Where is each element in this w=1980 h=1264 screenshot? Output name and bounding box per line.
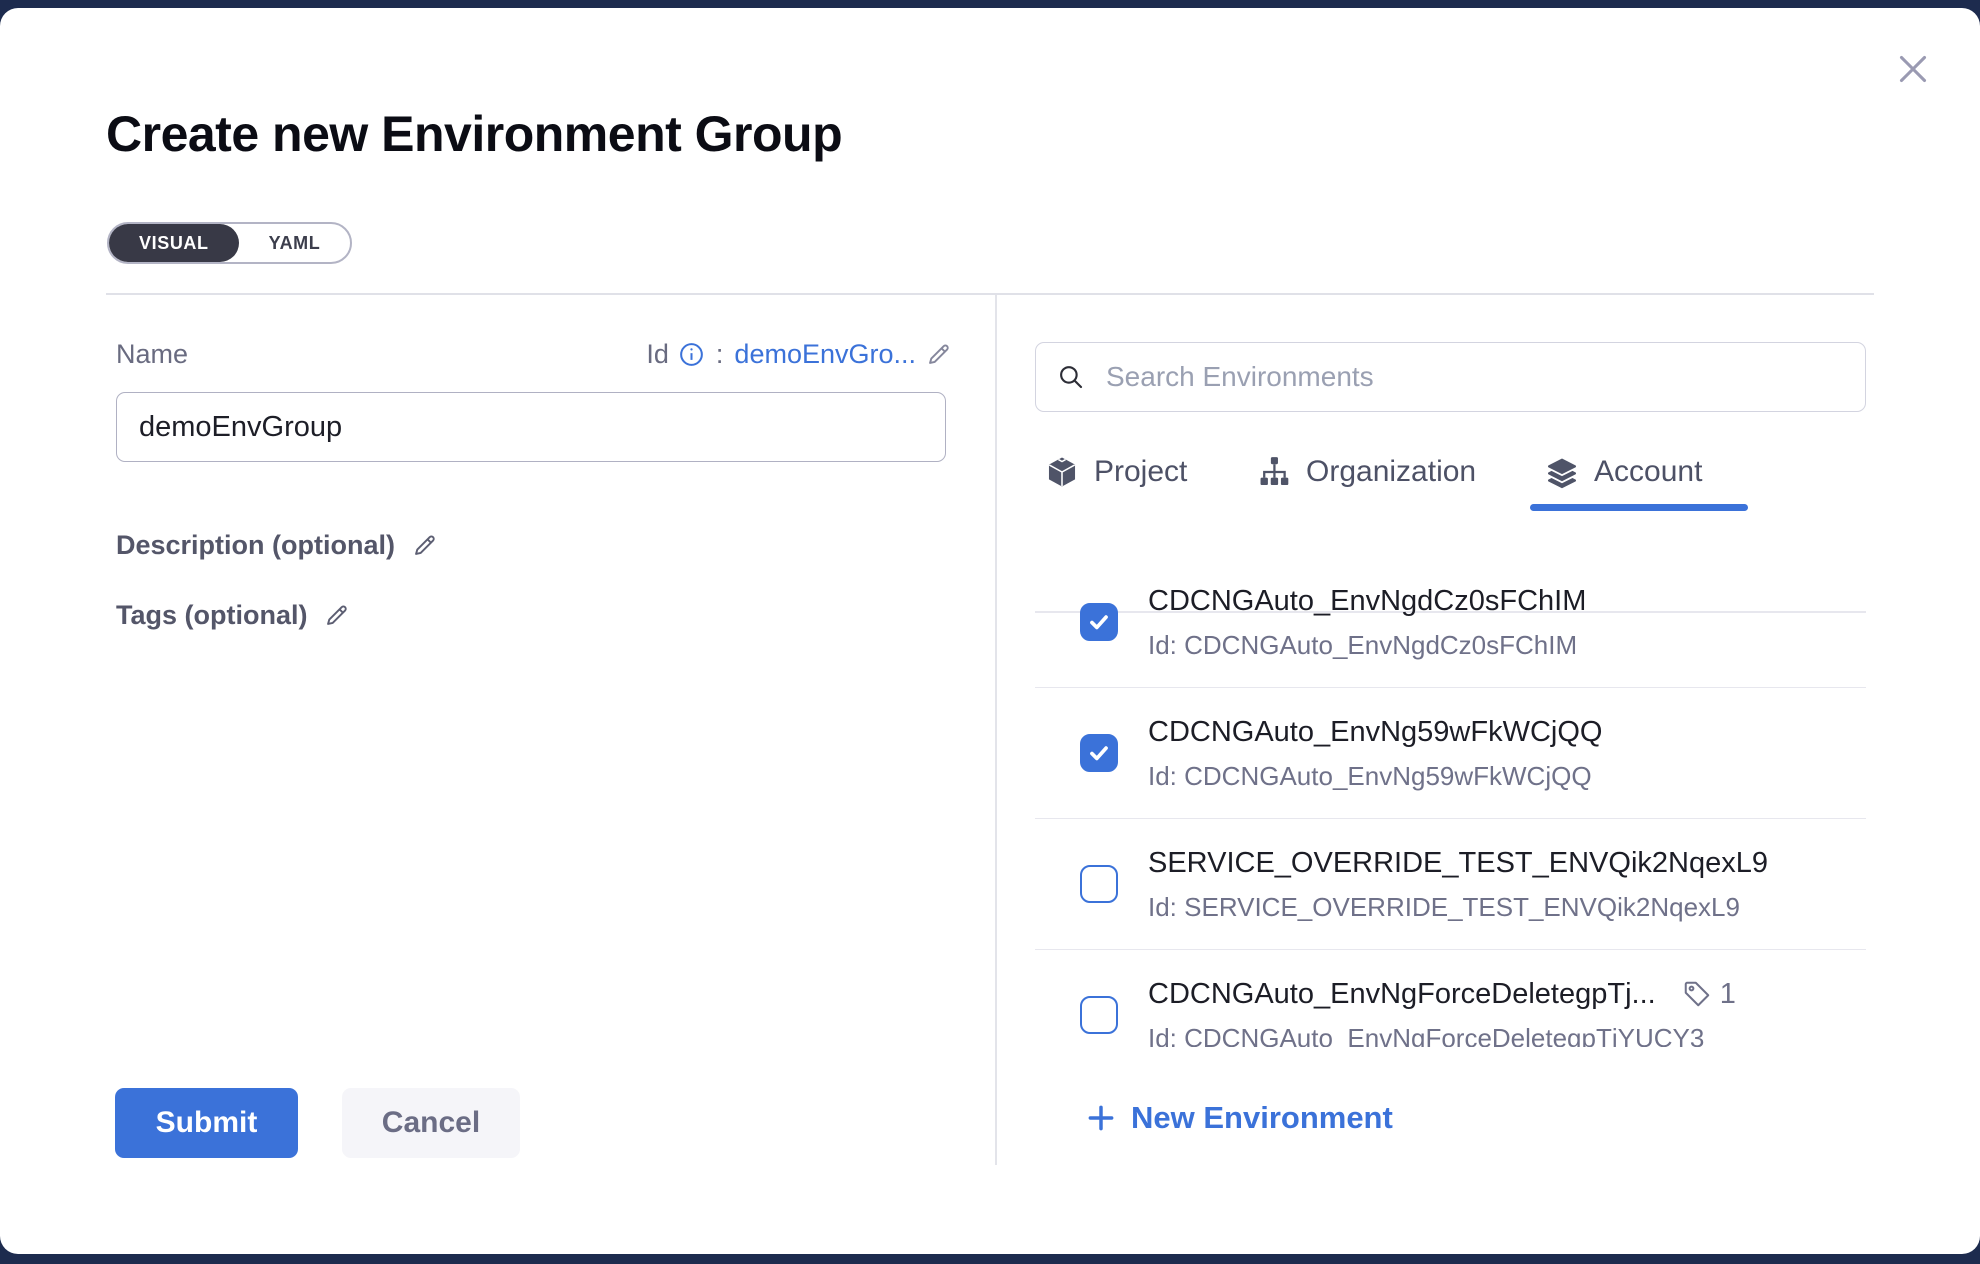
tags-row: Tags (optional)	[116, 600, 350, 631]
id-label: Id	[646, 339, 669, 370]
header-divider	[106, 293, 1874, 295]
environment-texts: CDCNGAuto_EnvNgdCz0sFChIM Id: CDCNGAuto_…	[1148, 583, 1586, 661]
create-environment-group-dialog: Create new Environment Group VISUAL YAML…	[0, 8, 1980, 1254]
check-icon	[1086, 609, 1112, 635]
tab-project[interactable]: Project	[1045, 448, 1187, 496]
tab-organization[interactable]: Organization	[1257, 448, 1476, 496]
environment-picker-panel: Project Organization	[1035, 342, 1866, 1182]
environment-list: CDCNGAuto_EnvNgdCz0sFChIM Id: CDCNGAuto_…	[1035, 512, 1866, 1047]
tab-account-label: Account	[1594, 455, 1702, 489]
hierarchy-icon	[1257, 455, 1291, 489]
toggle-yaml[interactable]: YAML	[239, 224, 351, 262]
search-box	[1035, 342, 1866, 412]
panel-divider	[995, 295, 997, 1165]
plus-icon	[1085, 1102, 1117, 1134]
environment-row[interactable]: CDCNGAuto_EnvNgForceDeletegpTj... 1 I	[1035, 950, 1866, 1047]
visual-yaml-toggle: VISUAL YAML	[107, 222, 352, 264]
tab-account[interactable]: Account	[1545, 448, 1702, 496]
info-icon[interactable]	[678, 341, 705, 368]
environment-checkbox[interactable]	[1080, 734, 1118, 772]
environment-texts: CDCNGAuto_EnvNg59wFkWCjQQ Id: CDCNGAuto_…	[1148, 714, 1602, 792]
environment-name: SERVICE_OVERRIDE_TEST_ENVQik2NqexL9	[1148, 845, 1768, 881]
new-environment-button[interactable]: New Environment	[1085, 1100, 1393, 1136]
submit-button[interactable]: Submit	[115, 1088, 298, 1158]
cancel-button[interactable]: Cancel	[342, 1088, 520, 1158]
check-icon	[1086, 740, 1112, 766]
environment-name: CDCNGAuto_EnvNgdCz0sFChIM	[1148, 583, 1586, 619]
name-input[interactable]	[116, 392, 946, 462]
tag-badge: 1	[1682, 978, 1736, 1011]
environment-row[interactable]: SERVICE_OVERRIDE_TEST_ENVQik2NqexL9 Id: …	[1035, 819, 1866, 950]
tag-count: 1	[1720, 978, 1736, 1011]
cube-icon	[1045, 455, 1079, 489]
entity-id-row: Id : demoEnvGro...	[540, 335, 952, 373]
environment-row[interactable]: CDCNGAuto_EnvNg59wFkWCjQQ Id: CDCNGAuto_…	[1035, 688, 1866, 819]
environment-id: Id: CDCNGAuto_EnvNgForceDeletegpTjYUCY3	[1148, 1022, 1736, 1047]
id-colon: :	[716, 339, 724, 370]
edit-description-icon[interactable]	[411, 532, 438, 559]
environment-row[interactable]: CDCNGAuto_EnvNgdCz0sFChIM Id: CDCNGAuto_…	[1035, 557, 1866, 688]
description-row: Description (optional)	[116, 530, 438, 561]
environment-texts: CDCNGAuto_EnvNgForceDeletegpTj... 1 I	[1148, 976, 1736, 1047]
environment-checkbox[interactable]	[1080, 996, 1118, 1034]
tab-project-label: Project	[1094, 455, 1187, 489]
scope-tabs: Project Organization	[1035, 442, 1866, 514]
page-title: Create new Environment Group	[106, 104, 842, 164]
close-icon	[1890, 80, 1936, 95]
environment-texts: SERVICE_OVERRIDE_TEST_ENVQik2NqexL9 Id: …	[1148, 845, 1768, 923]
environment-id: Id: CDCNGAuto_EnvNg59wFkWCjQQ	[1148, 760, 1602, 792]
environment-id: Id: SERVICE_OVERRIDE_TEST_ENVQik2NqexL9	[1148, 891, 1768, 923]
environment-id: Id: CDCNGAuto_EnvNgdCz0sFChIM	[1148, 629, 1586, 661]
tags-label: Tags (optional)	[116, 600, 307, 631]
name-label: Name	[116, 339, 188, 370]
new-environment-label: New Environment	[1131, 1100, 1393, 1136]
environment-checkbox[interactable]	[1080, 603, 1118, 641]
environment-name: CDCNGAuto_EnvNg59wFkWCjQQ	[1148, 714, 1602, 750]
layers-icon	[1545, 455, 1579, 489]
entity-id-value[interactable]: demoEnvGro...	[734, 339, 916, 370]
search-icon	[1056, 362, 1086, 392]
environment-checkbox[interactable]	[1080, 865, 1118, 903]
edit-id-icon[interactable]	[925, 341, 952, 368]
tag-icon	[1682, 979, 1712, 1009]
tab-organization-label: Organization	[1306, 455, 1476, 489]
toggle-visual[interactable]: VISUAL	[109, 224, 239, 262]
environment-name: CDCNGAuto_EnvNgForceDeletegpTj...	[1148, 976, 1656, 1012]
active-tab-indicator	[1530, 504, 1748, 511]
close-button[interactable]	[1890, 46, 1936, 92]
search-environments-input[interactable]	[1104, 360, 1845, 394]
description-label: Description (optional)	[116, 530, 395, 561]
edit-tags-icon[interactable]	[323, 602, 350, 629]
